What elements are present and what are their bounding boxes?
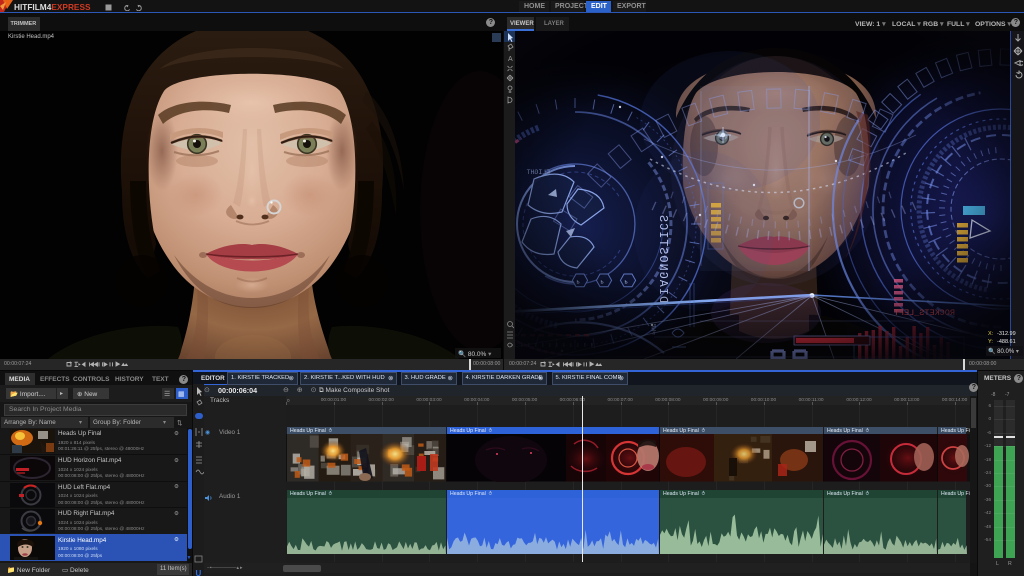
svg-text:U: U [196,569,202,576]
svg-text:A: A [508,56,513,63]
